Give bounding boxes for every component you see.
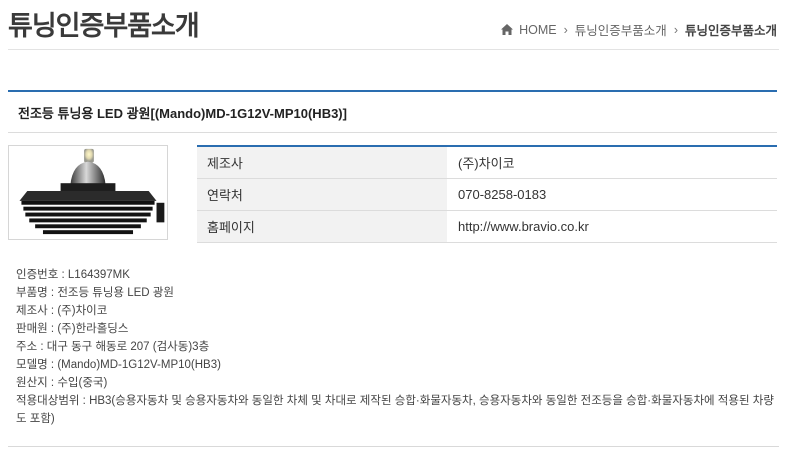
product-image — [8, 145, 168, 240]
manufacturer-label: 제조사 — [197, 146, 447, 179]
homepage-link[interactable]: http://www.bravio.co.kr — [447, 210, 777, 243]
homepage-label: 홈페이지 — [197, 210, 447, 243]
manufacturer-value: (주)차이코 — [447, 146, 777, 179]
distributor-detail: 판매원 : (주)한라홀딩스 — [16, 323, 129, 335]
table-row: 홈페이지 http://www.bravio.co.kr — [197, 210, 777, 243]
certification-details: 인증번호 : L164397MK 부품명 : 전조등 튜닝용 LED 광원 제조… — [16, 266, 776, 428]
table-row: 제조사 (주)차이코 — [197, 146, 777, 179]
part-name: 부품명 : 전조등 튜닝용 LED 광원 — [16, 287, 174, 299]
product-header: 전조등 튜닝용 LED 광원[(Mando)MD-1G12V-MP10(HB3)… — [8, 90, 777, 133]
home-icon[interactable] — [500, 23, 514, 36]
breadcrumb: HOME › 튜닝인증부품소개 › 튜닝인증부품소개 — [500, 20, 777, 39]
application-scope: 적용대상범위 : HB3(승용자동차 및 승용자동차와 동일한 차체 및 차대로… — [16, 395, 774, 425]
chevron-right-icon: › — [563, 22, 568, 37]
model-name: 모델명 : (Mando)MD-1G12V-MP10(HB3) — [16, 359, 221, 371]
certification-number: 인증번호 : L164397MK — [16, 269, 130, 281]
page-title: 튜닝인증부품소개 — [8, 11, 200, 41]
origin-detail: 원산지 : 수입(중국) — [16, 377, 108, 389]
footer-divider — [8, 446, 779, 447]
breadcrumb-level1-link[interactable]: 튜닝인증부품소개 — [575, 20, 667, 39]
contact-value: 070-8258-0183 — [447, 178, 777, 211]
manufacturer-detail: 제조사 : (주)차이코 — [16, 305, 108, 317]
product-title: 전조등 튜닝용 LED 광원[(Mando)MD-1G12V-MP10(HB3)… — [18, 105, 347, 121]
led-bulb-image — [9, 146, 167, 239]
address-detail: 주소 : 대구 동구 해동로 207 (검사동)3층 — [16, 341, 210, 353]
manufacturer-info-table: 제조사 (주)차이코 연락처 070-8258-0183 홈페이지 http:/… — [197, 145, 777, 243]
header-divider — [8, 49, 779, 50]
contact-label: 연락처 — [197, 178, 447, 211]
breadcrumb-current[interactable]: 튜닝인증부품소개 — [685, 20, 777, 39]
chevron-right-icon: › — [673, 22, 678, 37]
table-row: 연락처 070-8258-0183 — [197, 178, 777, 211]
breadcrumb-home-link[interactable]: HOME — [519, 23, 557, 37]
